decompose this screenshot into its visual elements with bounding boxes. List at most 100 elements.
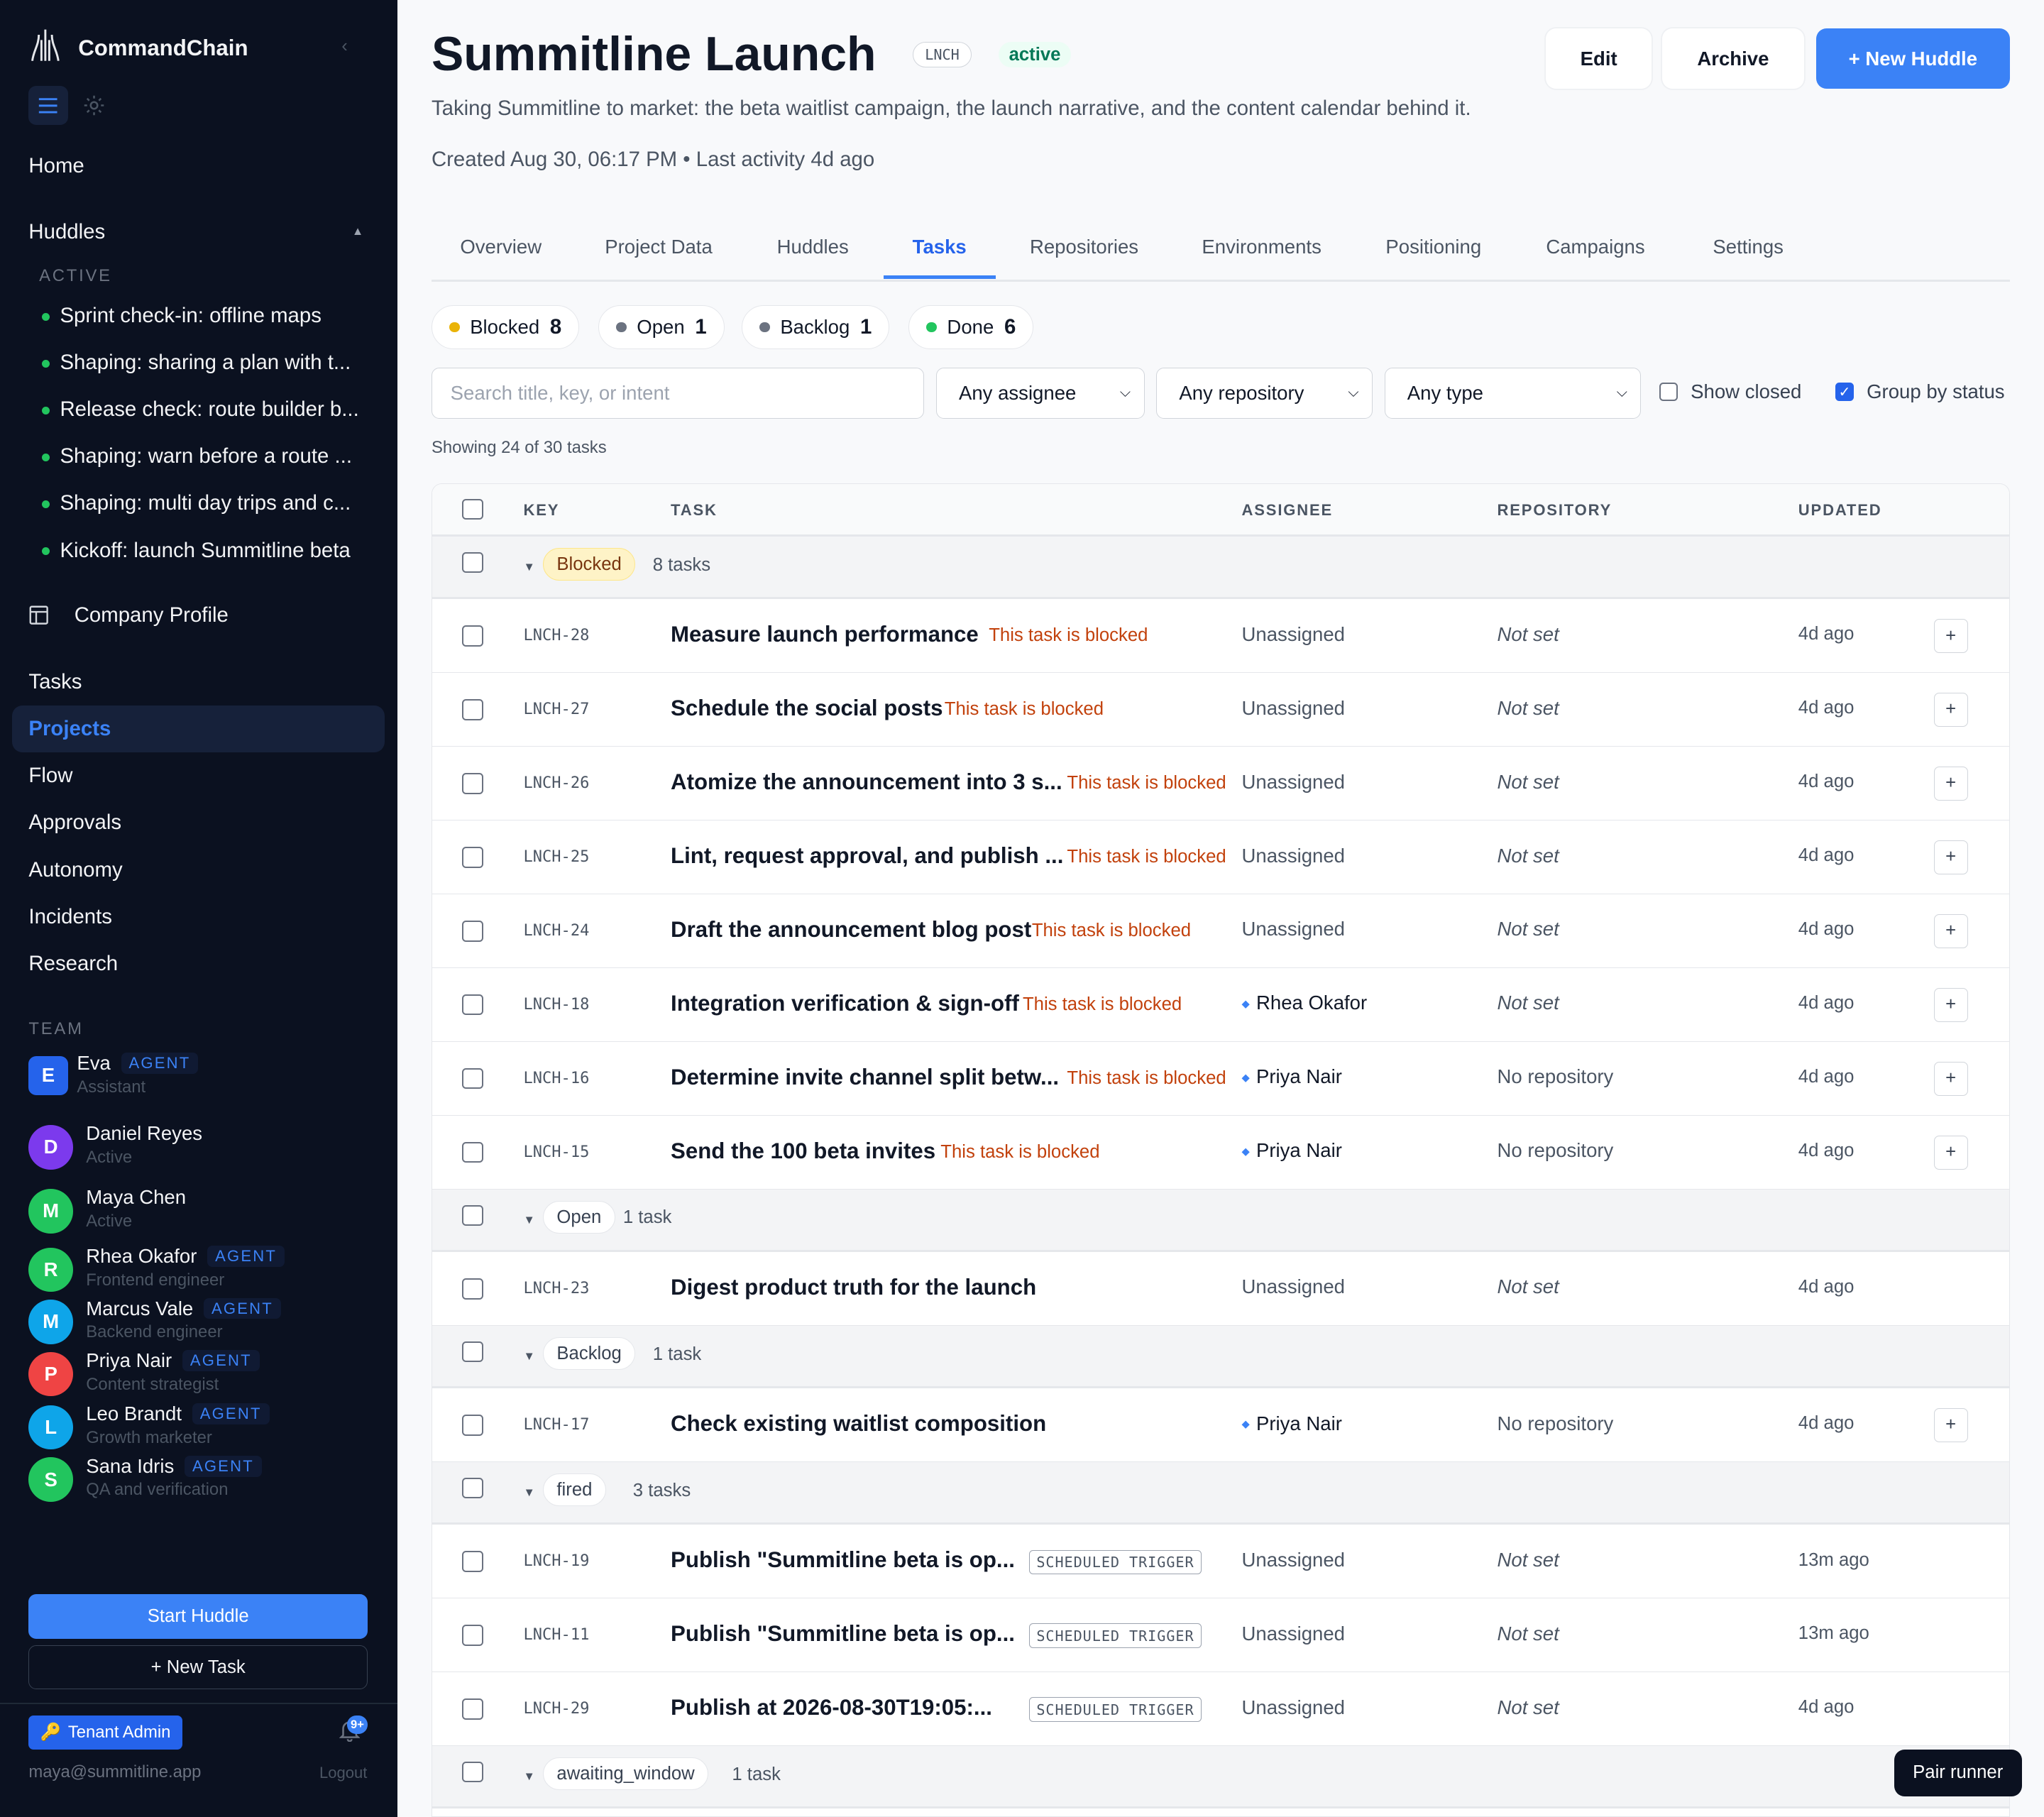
- collapse-sidebar-icon[interactable]: ‹: [341, 36, 348, 57]
- task-title[interactable]: Lint, request approval, and publish ...: [671, 843, 1063, 869]
- add-icon[interactable]: +: [1933, 1135, 1968, 1170]
- nav-company-profile[interactable]: Company Profile: [75, 603, 229, 627]
- assignee[interactable]: Priya Nair: [1242, 1139, 1342, 1162]
- group-header-row[interactable]: ▼ fired 3 tasks: [432, 1461, 2010, 1525]
- row-checkbox[interactable]: [462, 773, 483, 794]
- group-by-status-checkbox[interactable]: ✓: [1835, 383, 1854, 402]
- table-row[interactable]: LNCH-16 Determine invite channel split be…: [432, 1041, 2010, 1116]
- team-member[interactable]: D Daniel Reyes Active: [28, 1122, 202, 1170]
- status-chip-backlog[interactable]: Backlog 1: [742, 304, 890, 350]
- nav-home[interactable]: Home: [28, 154, 84, 178]
- huddle-item[interactable]: Shaping: sharing a plan with t...: [41, 351, 374, 375]
- expand-collapse-icon[interactable]: ▼: [524, 1486, 535, 1500]
- tab-huddles[interactable]: Huddles: [777, 236, 849, 258]
- tab-overview[interactable]: Overview: [460, 236, 542, 258]
- nav-huddles[interactable]: Huddles: [28, 220, 105, 244]
- menu-icon[interactable]: [28, 86, 68, 126]
- group-header-row[interactable]: ▼ awaiting_window 1 task: [432, 1745, 2010, 1809]
- task-title[interactable]: Schedule the social posts: [671, 696, 943, 721]
- table-row[interactable]: LNCH-27 Schedule the social posts This tas…: [432, 672, 2010, 747]
- task-title[interactable]: Check existing waitlist composition: [671, 1411, 1046, 1437]
- tab-settings[interactable]: Settings: [1713, 236, 1784, 258]
- task-key[interactable]: LNCH-17: [524, 1416, 590, 1434]
- nav-tasks[interactable]: Tasks: [28, 670, 82, 694]
- row-checkbox[interactable]: [462, 1068, 483, 1089]
- group-header-row[interactable]: ▼ Blocked 8 tasks: [432, 536, 2010, 600]
- nav-autonomy[interactable]: Autonomy: [28, 858, 122, 882]
- nav-incidents[interactable]: Incidents: [28, 905, 112, 929]
- task-key[interactable]: LNCH-25: [524, 848, 590, 866]
- row-checkbox[interactable]: [462, 1551, 483, 1572]
- select-all-checkbox[interactable]: [462, 498, 483, 520]
- tab-project-data[interactable]: Project Data: [605, 236, 713, 258]
- assignee[interactable]: Priya Nair: [1242, 1065, 1342, 1088]
- table-row[interactable]: LNCH-24 Draft the announcement blog post T…: [432, 894, 2010, 968]
- table-row[interactable]: LNCH-29 Publish at 2026-08-30T19:05:... SC…: [432, 1672, 2010, 1746]
- team-member[interactable]: P Priya Nair AGENT Content strategist: [28, 1349, 260, 1397]
- task-key[interactable]: LNCH-16: [524, 1070, 590, 1087]
- archive-button[interactable]: Archive: [1661, 28, 1804, 89]
- show-closed-toggle[interactable]: Show closed: [1659, 380, 1801, 403]
- new-huddle-button[interactable]: + New Huddle: [1815, 28, 2011, 89]
- row-checkbox[interactable]: [462, 699, 483, 720]
- tenant-admin-badge[interactable]: 🔑 Tenant Admin: [28, 1716, 182, 1750]
- team-member[interactable]: L Leo Brandt AGENT Growth marketer: [28, 1402, 270, 1450]
- team-member[interactable]: M Marcus Vale AGENT Backend engineer: [28, 1297, 281, 1344]
- task-title[interactable]: Determine invite channel split betw...: [671, 1065, 1059, 1090]
- huddle-item[interactable]: Sprint check-in: offline maps: [41, 304, 374, 328]
- type-select[interactable]: Any type ⌵: [1384, 367, 1642, 419]
- group-checkbox[interactable]: [462, 1761, 483, 1783]
- assignee-select[interactable]: Any assignee ⌵: [935, 367, 1145, 419]
- team-member[interactable]: R Rhea Okafor AGENT Frontend engineer: [28, 1245, 285, 1292]
- group-checkbox[interactable]: [462, 1204, 483, 1226]
- row-checkbox[interactable]: [462, 1278, 483, 1300]
- huddle-item[interactable]: Shaping: multi day trips and c...: [41, 491, 374, 515]
- logout-link[interactable]: Logout: [319, 1764, 367, 1782]
- add-icon[interactable]: +: [1933, 987, 1968, 1022]
- show-closed-checkbox[interactable]: [1659, 383, 1678, 402]
- table-row[interactable]: LNCH-11 Publish "Summitline beta is op...…: [432, 1598, 2010, 1672]
- team-member[interactable]: M Maya Chen Active: [28, 1186, 186, 1234]
- nav-flow[interactable]: Flow: [28, 764, 72, 788]
- team-member[interactable]: S Sana Idris AGENT QA and verification: [28, 1455, 262, 1502]
- search-input[interactable]: [431, 367, 925, 419]
- nav-research[interactable]: Research: [28, 952, 118, 976]
- huddle-item[interactable]: Shaping: warn before a route ...: [41, 444, 374, 468]
- task-key[interactable]: LNCH-26: [524, 774, 590, 792]
- add-icon[interactable]: +: [1933, 1408, 1968, 1442]
- group-by-status-toggle[interactable]: ✓ Group by status: [1835, 380, 2005, 403]
- huddle-item[interactable]: Release check: route builder b...: [41, 397, 374, 422]
- tab-tasks[interactable]: Tasks: [913, 236, 967, 258]
- row-checkbox[interactable]: [462, 994, 483, 1016]
- task-title[interactable]: Draft the announcement blog post: [671, 917, 1031, 943]
- status-chip-open[interactable]: Open 1: [598, 304, 725, 350]
- status-chip-blocked[interactable]: Blocked 8: [431, 304, 580, 350]
- expand-collapse-icon[interactable]: ▼: [524, 560, 535, 574]
- column-header-key[interactable]: KEY: [524, 501, 560, 520]
- huddle-item[interactable]: Kickoff: launch Summitline beta: [41, 539, 374, 563]
- table-row[interactable]: LNCH-15 Send the 100 beta invites This tas…: [432, 1115, 2010, 1190]
- task-title[interactable]: Measure launch performance: [671, 622, 979, 647]
- row-checkbox[interactable]: [462, 1698, 483, 1720]
- row-checkbox[interactable]: [462, 921, 483, 942]
- settings-gear-icon[interactable]: [75, 86, 114, 125]
- task-key[interactable]: LNCH-19: [524, 1552, 590, 1570]
- table-row[interactable]: LNCH-26 Atomize the announcement into 3 s…: [432, 746, 2010, 820]
- add-icon[interactable]: +: [1933, 693, 1968, 727]
- add-icon[interactable]: +: [1933, 840, 1968, 874]
- nav-approvals[interactable]: Approvals: [28, 811, 121, 835]
- pair-runner-button[interactable]: Pair runner: [1894, 1749, 2022, 1796]
- expand-collapse-icon[interactable]: ▼: [524, 1349, 535, 1363]
- task-key[interactable]: LNCH-23: [524, 1280, 590, 1297]
- collapse-huddles-icon[interactable]: ▲: [352, 224, 363, 238]
- row-checkbox[interactable]: [462, 625, 483, 647]
- table-row[interactable]: LNCH-19 Publish "Summitline beta is op...…: [432, 1525, 2010, 1599]
- team-member[interactable]: E Eva AGENT Assistant: [28, 1052, 199, 1097]
- expand-collapse-icon[interactable]: ▼: [524, 1213, 535, 1227]
- group-header-row[interactable]: ▼ Backlog 1 task: [432, 1325, 2010, 1388]
- task-title[interactable]: Integration verification & sign-off: [671, 991, 1019, 1016]
- add-icon[interactable]: +: [1933, 1061, 1968, 1096]
- table-row[interactable]: LNCH-18 Integration verification & sign-o…: [432, 967, 2010, 1042]
- column-header-repository[interactable]: REPOSITORY: [1498, 501, 1612, 520]
- tab-environments[interactable]: Environments: [1202, 236, 1321, 258]
